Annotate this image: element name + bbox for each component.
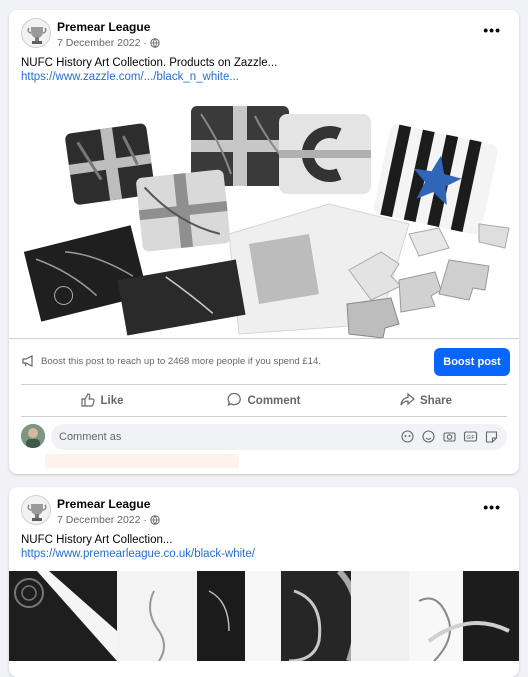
camera-icon[interactable]	[442, 429, 457, 444]
actions-top-divider	[21, 384, 507, 385]
globe-icon	[150, 515, 160, 525]
like-button[interactable]: Like	[21, 388, 183, 414]
user-avatar-icon[interactable]	[21, 424, 45, 448]
boost-message: Boost this post to reach up to 2468 more…	[41, 356, 322, 367]
share-icon	[400, 392, 415, 410]
megaphone-icon	[21, 354, 35, 368]
post-actions: Like Comment Share	[21, 388, 507, 414]
comment-composer: Comment as GIF	[21, 424, 507, 450]
post-meta: 7 December 2022 ·	[57, 37, 160, 49]
post-text: NUFC History Art Collection...	[21, 534, 173, 546]
post-link[interactable]: https://www.premearleague.co.uk/black-wh…	[21, 548, 255, 560]
post-image[interactable]	[9, 568, 519, 663]
boost-bar: Boost this post to reach up to 2468 more…	[21, 348, 510, 376]
gif-icon[interactable]: GIF	[463, 429, 478, 444]
post-image[interactable]	[9, 94, 519, 339]
comment-button[interactable]: Comment	[183, 388, 345, 414]
post-card: Premear League 7 December 2022 · ••• NUF…	[9, 487, 519, 677]
media-divider	[9, 338, 519, 339]
avatar-sticker-icon[interactable]	[400, 429, 415, 444]
page-name[interactable]: Premear League	[57, 20, 150, 34]
post-header: Premear League 7 December 2022 · •••	[21, 18, 507, 58]
sticker-icon[interactable]	[484, 429, 499, 444]
share-label: Share	[420, 395, 452, 407]
post-card: Premear League 7 December 2022 · ••• NUF…	[9, 10, 519, 474]
comment-icon	[227, 392, 242, 410]
actions-bottom-divider	[21, 416, 507, 417]
post-date[interactable]: 7 December 2022 ·	[57, 37, 147, 49]
comment-label: Comment	[247, 395, 301, 407]
trophy-logo-icon	[22, 496, 50, 524]
trophy-logo-icon	[22, 19, 50, 47]
more-options-icon[interactable]: •••	[483, 23, 501, 37]
loading-placeholder	[45, 454, 239, 468]
like-icon	[80, 392, 96, 410]
post-text: NUFC History Art Collection. Products on…	[21, 57, 278, 69]
more-options-icon[interactable]: •••	[483, 500, 501, 514]
post-header: Premear League 7 December 2022 · •••	[21, 495, 507, 535]
like-label: Like	[100, 395, 124, 407]
svg-text:GIF: GIF	[466, 435, 474, 441]
globe-icon	[150, 38, 160, 48]
comment-placeholder: Comment as	[59, 431, 122, 443]
emoji-icon[interactable]	[421, 429, 436, 444]
post-date[interactable]: 7 December 2022 ·	[57, 514, 147, 526]
comment-tools: GIF	[400, 429, 499, 444]
page-avatar[interactable]	[21, 18, 51, 48]
page-avatar[interactable]	[21, 495, 51, 525]
share-button[interactable]: Share	[345, 388, 507, 414]
comment-input[interactable]: Comment as GIF	[51, 424, 507, 450]
post-meta: 7 December 2022 ·	[57, 514, 160, 526]
boost-post-button[interactable]: Boost post	[434, 348, 510, 376]
post-link[interactable]: https://www.zazzle.com/.../black_n_white…	[21, 71, 239, 83]
page-name[interactable]: Premear League	[57, 497, 150, 511]
